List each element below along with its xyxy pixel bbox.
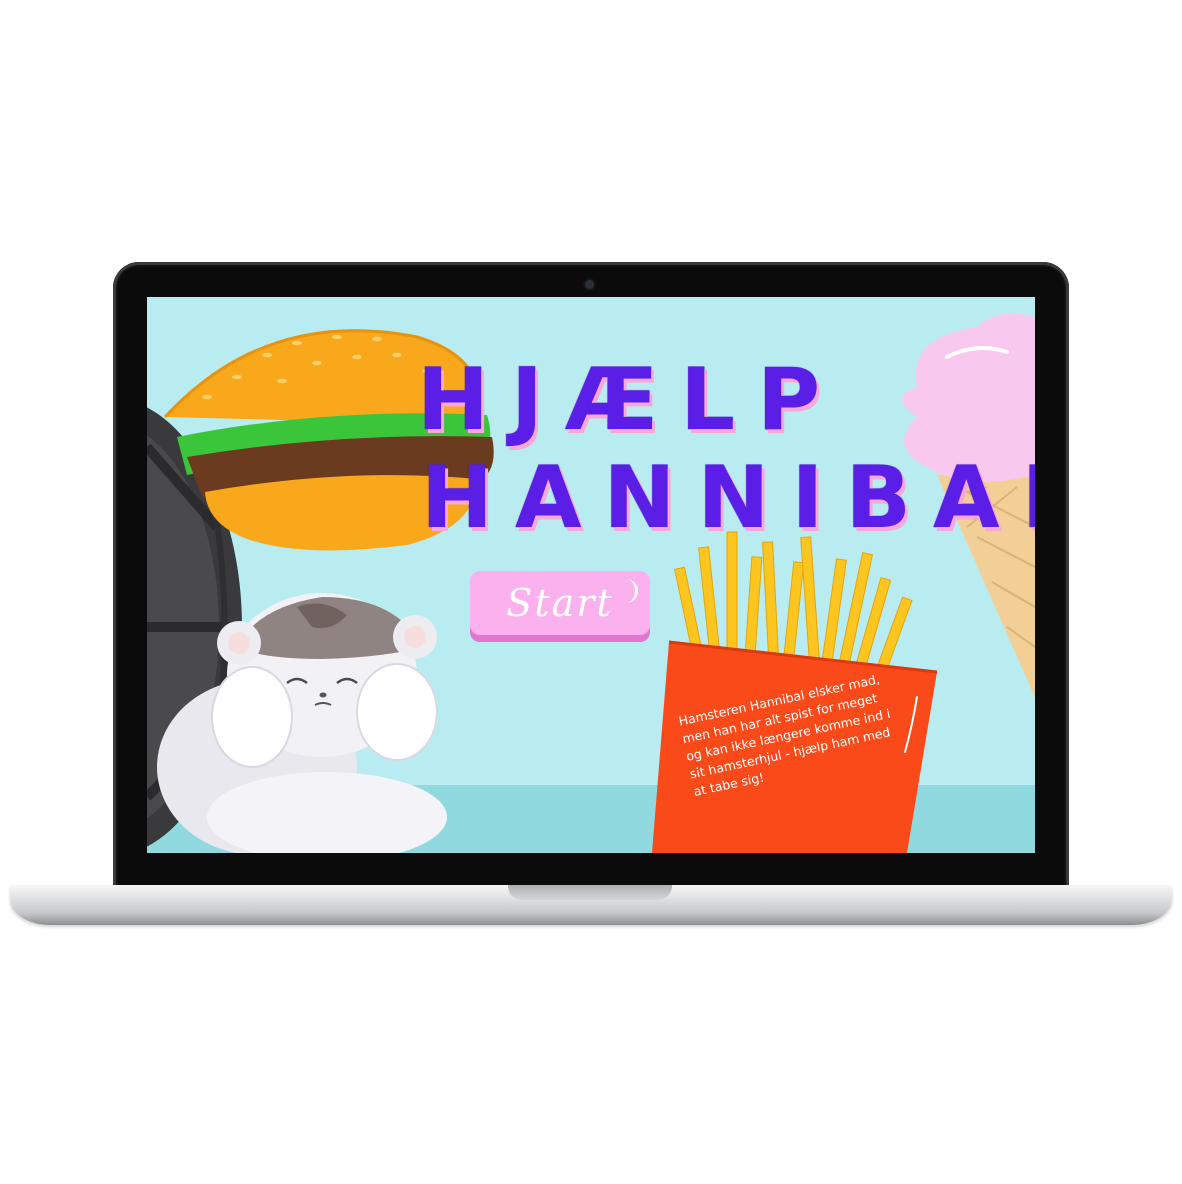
title-line-2: HANNIBAL	[421, 448, 1035, 548]
start-button[interactable]: Start	[470, 571, 650, 635]
laptop-hinge-notch	[508, 885, 672, 900]
laptop-mockup: HJÆLP HANNIBAL Start Hamsteren Hannibal …	[0, 0, 1182, 1184]
start-button-label: Start	[506, 581, 614, 625]
game-title: HJÆLP HANNIBAL	[417, 351, 1035, 547]
button-shine	[621, 579, 638, 603]
webcam	[585, 280, 594, 289]
game-screen: HJÆLP HANNIBAL Start Hamsteren Hannibal …	[147, 297, 1035, 853]
title-line-1: HJÆLP	[417, 350, 843, 450]
